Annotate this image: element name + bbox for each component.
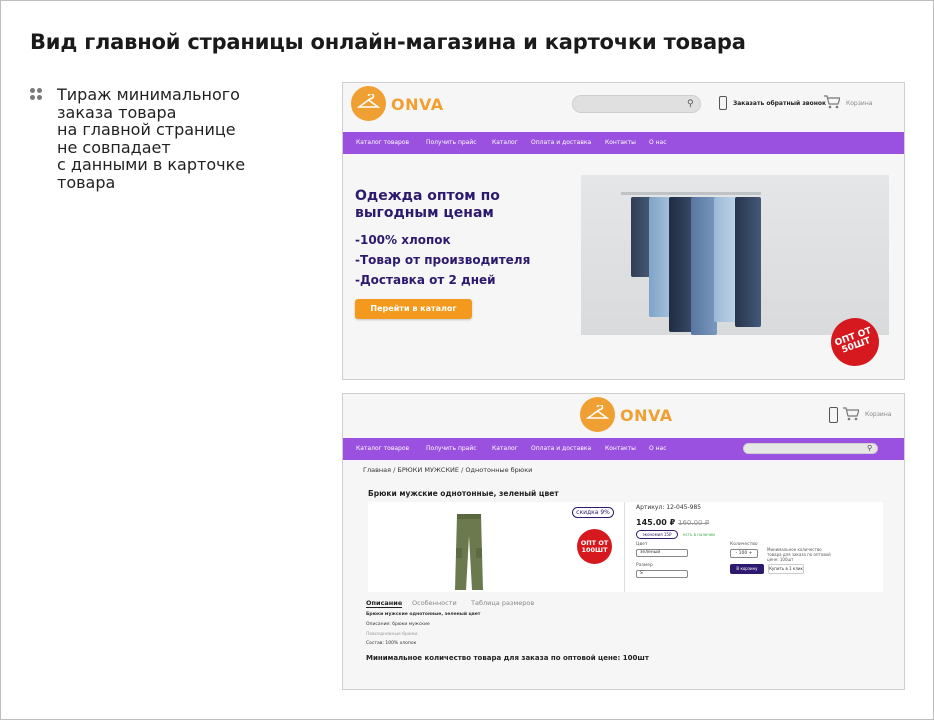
discount-badge: скидка 9%	[572, 507, 614, 518]
qty-note: Минимальное количество товара для заказа…	[767, 547, 831, 562]
search-icon[interactable]: ⚲	[867, 444, 872, 452]
phone-icon[interactable]	[719, 96, 727, 110]
hero-title: Одежда оптом по выгодным ценам	[355, 188, 500, 221]
main-nav: Каталог товаров Получить прайс Каталог О…	[343, 438, 904, 460]
nav-catalog-products[interactable]: Каталог товаров	[356, 445, 409, 452]
go-to-catalog-button[interactable]: Перейти в каталог	[355, 299, 472, 319]
old-price: 160.00 ₽	[678, 519, 710, 527]
logo-text: ONVA	[620, 406, 673, 425]
product-page-screenshot: ONVA Корзина Каталог товаров Получить пр…	[342, 393, 905, 690]
nav-catalog[interactable]: Каталог	[492, 139, 518, 146]
color-select[interactable]: зеленый	[636, 549, 688, 557]
size-select[interactable]: S	[636, 570, 688, 578]
nav-about[interactable]: О нас	[649, 445, 667, 452]
hero-line-manufacturer: -Товар от производителя	[355, 253, 531, 267]
nav-payment-delivery[interactable]: Оплата и доставка	[531, 445, 591, 452]
tab-description[interactable]: Описание	[366, 599, 403, 608]
search-input[interactable]	[743, 443, 878, 454]
nav-catalog-products[interactable]: Каталог товаров	[356, 139, 409, 146]
slide-title: Вид главной страницы онлайн-магазина и к…	[30, 30, 746, 54]
cart-icon[interactable]	[843, 407, 859, 421]
logo-text: ONVA	[391, 95, 444, 114]
phone-icon[interactable]	[829, 407, 838, 423]
pants-image	[455, 514, 483, 590]
note-text: Тираж минимального заказа товара на глав…	[57, 85, 246, 192]
product-panel: скидка 9% ОПТ ОТ 100ШТ Артикул: 12-045-9…	[368, 502, 883, 592]
main-nav: Каталог товаров Получить прайс Каталог О…	[343, 132, 904, 154]
product-title: Брюки мужские однотонные, зеленый цвет	[368, 489, 559, 498]
cart-label[interactable]: Корзина	[846, 100, 872, 107]
desc-line: Состав: 100% хлопок	[366, 641, 417, 646]
economy-badge: экономия 15₽	[636, 530, 678, 539]
hero-jeans-image	[581, 175, 889, 335]
logo-hanger-icon	[351, 86, 386, 121]
hero-line-cotton: -100% хлопок	[355, 233, 451, 247]
buy-one-click-button[interactable]: Купить в 1 клик	[768, 564, 804, 574]
min-order-text: Минимальное количество товара для заказа…	[366, 654, 649, 662]
color-label: Цвет	[636, 542, 648, 547]
article-number: Артикул: 12-045-985	[636, 504, 702, 511]
nav-get-price[interactable]: Получить прайс	[426, 445, 477, 452]
quantity-stepper[interactable]: - 100 +	[730, 549, 758, 558]
nav-contacts[interactable]: Контакты	[605, 139, 636, 146]
home-page-screenshot: ONVA ⚲ Заказать обратный звонок Корзина …	[342, 82, 905, 380]
price: 145.00 ₽	[636, 518, 676, 527]
in-stock-label: есть в наличии	[683, 532, 716, 537]
breadcrumb[interactable]: Главная / БРЮКИ МУЖСКИЕ / Однотонные брю…	[363, 466, 532, 474]
bullet-icon	[30, 88, 42, 100]
nav-about[interactable]: О нас	[649, 139, 667, 146]
desc-line: Описание: брюки мужские	[366, 622, 430, 627]
hero-line-delivery: -Доставка от 2 дней	[355, 273, 496, 287]
nav-payment-delivery[interactable]: Оплата и доставка	[531, 139, 591, 146]
cart-icon[interactable]	[824, 95, 840, 109]
nav-get-price[interactable]: Получить прайс	[426, 139, 477, 146]
tab-size-table[interactable]: Таблица размеров	[471, 599, 534, 607]
size-label: Размер	[636, 563, 653, 568]
tab-features[interactable]: Особенности	[412, 599, 457, 607]
nav-contacts[interactable]: Контакты	[605, 445, 636, 452]
qty-label: Количество	[730, 542, 758, 547]
add-to-cart-button[interactable]: В корзину	[730, 564, 764, 574]
desc-line: Повседневные брюки.	[366, 632, 419, 637]
logo-hanger-icon	[580, 397, 615, 432]
cart-label[interactable]: Корзина	[865, 411, 891, 418]
search-input[interactable]	[572, 95, 701, 113]
search-icon[interactable]: ⚲	[687, 99, 694, 109]
nav-catalog[interactable]: Каталог	[492, 445, 518, 452]
desc-line: Брюки мужские однотонные, зеленый цвет	[366, 612, 481, 617]
callback-link[interactable]: Заказать обратный звонок	[733, 100, 826, 107]
min-order-badge-100: ОПТ ОТ 100ШТ	[577, 529, 612, 564]
